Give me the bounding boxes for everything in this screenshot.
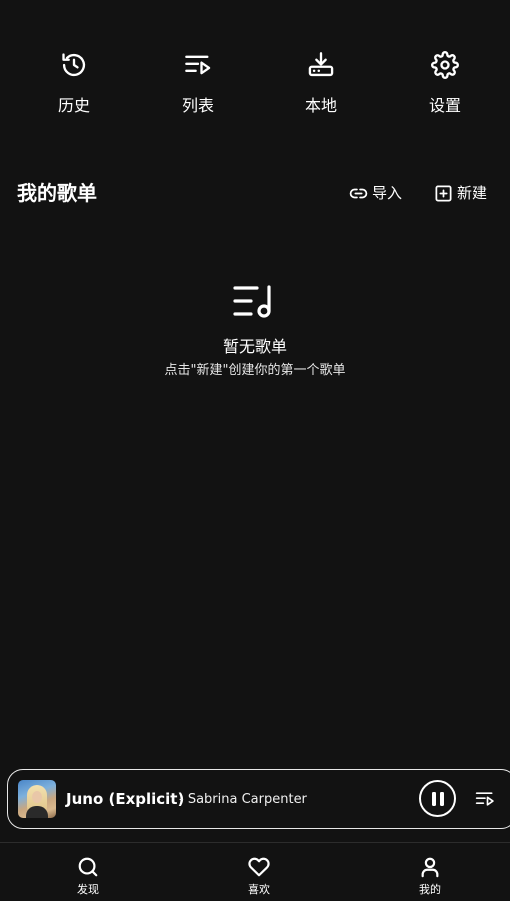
nav-mine[interactable]: 我的: [390, 855, 470, 901]
import-label: 导入: [372, 184, 403, 202]
nav-label: 喜欢: [248, 883, 270, 896]
nav-favorites[interactable]: 喜欢: [219, 855, 299, 901]
download-icon: [306, 50, 336, 80]
playlist-icon: [475, 792, 494, 806]
empty-title: 暂无歌单: [222, 337, 287, 356]
quick-access-row: 历史 列表 本地 设置: [0, 50, 510, 130]
album-cover: [18, 780, 56, 818]
nav-discover[interactable]: 发现: [48, 855, 128, 901]
music-list-icon: [233, 285, 271, 318]
quick-item-history[interactable]: 历史: [24, 50, 124, 130]
mini-player[interactable]: Juno (Explicit) - Sabrina Carpenter: [7, 769, 510, 829]
history-icon: [59, 50, 89, 80]
quick-item-local[interactable]: 本地: [271, 50, 371, 130]
track-title: Juno (Explicit): [66, 790, 185, 808]
quick-item-label: 本地: [304, 96, 337, 115]
nav-label: 我的: [419, 883, 441, 896]
queue-button[interactable]: [474, 788, 496, 810]
pause-button[interactable]: [419, 780, 456, 817]
empty-hint: 点击"新建"创建你的第一个歌单: [164, 363, 346, 378]
playlists-header: 我的歌单 导入 新建: [0, 176, 510, 210]
link-icon: [348, 183, 368, 203]
section-title: 我的歌单: [17, 181, 97, 205]
import-button[interactable]: 导入: [348, 182, 402, 204]
gear-icon: [430, 50, 460, 80]
quick-item-label: 历史: [57, 96, 90, 115]
track-artist: - Sabrina Carpenter: [179, 792, 307, 807]
nav-label: 发现: [77, 883, 99, 896]
playlist-icon: [183, 50, 213, 80]
quick-item-settings[interactable]: 设置: [395, 50, 495, 130]
add-box-icon: [433, 183, 453, 203]
empty-state: 暂无歌单 点击"新建"创建你的第一个歌单: [0, 284, 510, 380]
quick-item-label: 设置: [428, 96, 461, 115]
user-icon: [418, 855, 442, 879]
heart-icon: [247, 855, 271, 879]
quick-item-playlist[interactable]: 列表: [148, 50, 248, 130]
new-playlist-button[interactable]: 新建: [433, 182, 487, 204]
quick-item-label: 列表: [181, 96, 214, 115]
search-icon: [76, 855, 100, 879]
new-label: 新建: [457, 184, 488, 202]
pause-icon: [431, 791, 444, 806]
bottom-nav: 发现 喜欢 我的: [0, 842, 510, 901]
